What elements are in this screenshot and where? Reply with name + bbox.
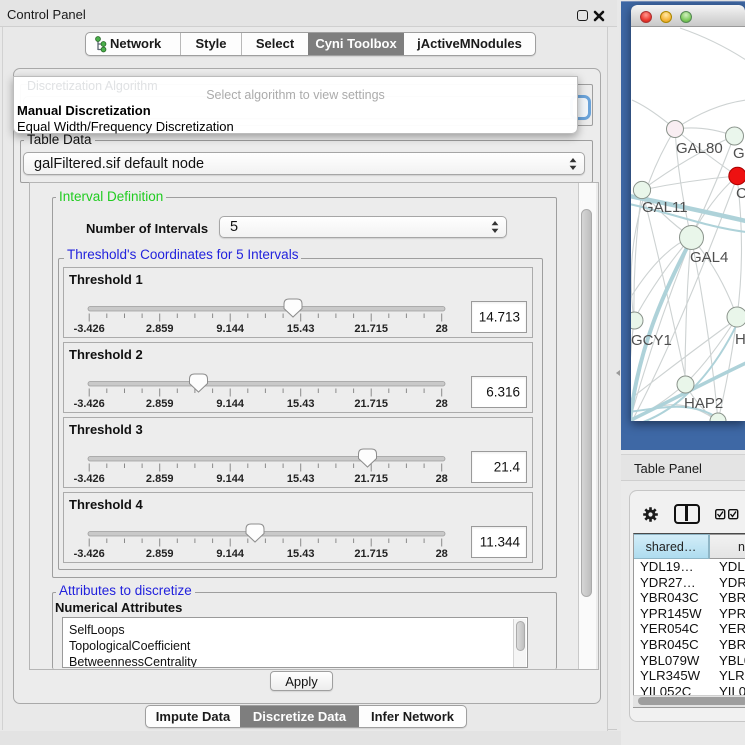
svg-text:28: 28 (436, 548, 448, 560)
svg-text:2.859: 2.859 (146, 398, 174, 410)
svg-text:9.144: 9.144 (216, 398, 244, 410)
svg-text:-3.426: -3.426 (74, 323, 105, 335)
svg-text:2.859: 2.859 (146, 323, 174, 335)
svg-text:9.144: 9.144 (216, 548, 244, 560)
svg-text:G: G (733, 145, 745, 162)
svg-text:GAL4: GAL4 (690, 249, 728, 266)
svg-text:2.859: 2.859 (146, 473, 174, 485)
svg-text:15.43: 15.43 (287, 398, 315, 410)
svg-text:21.715: 21.715 (354, 323, 388, 335)
svg-text:15.43: 15.43 (287, 323, 315, 335)
svg-text:GAL11: GAL11 (642, 199, 688, 216)
svg-text:2.859: 2.859 (146, 548, 174, 560)
svg-text:21.715: 21.715 (354, 398, 388, 410)
svg-text:15.43: 15.43 (287, 548, 315, 560)
svg-text:28: 28 (436, 323, 448, 335)
svg-text:9.144: 9.144 (216, 473, 244, 485)
svg-text:28: 28 (436, 398, 448, 410)
svg-text:HAP2: HAP2 (684, 395, 723, 412)
svg-text:GAL80: GAL80 (676, 140, 723, 157)
svg-text:21.715: 21.715 (354, 548, 388, 560)
svg-text:-3.426: -3.426 (74, 473, 105, 485)
svg-text:15.43: 15.43 (287, 473, 315, 485)
svg-text:-3.426: -3.426 (74, 398, 105, 410)
svg-text:9.144: 9.144 (216, 323, 244, 335)
svg-text:28: 28 (436, 473, 448, 485)
svg-text:-3.426: -3.426 (74, 548, 105, 560)
svg-text:GCY1: GCY1 (631, 332, 672, 349)
svg-text:H: H (735, 331, 745, 348)
svg-text:21.715: 21.715 (354, 473, 388, 485)
svg-text:C: C (736, 185, 745, 202)
